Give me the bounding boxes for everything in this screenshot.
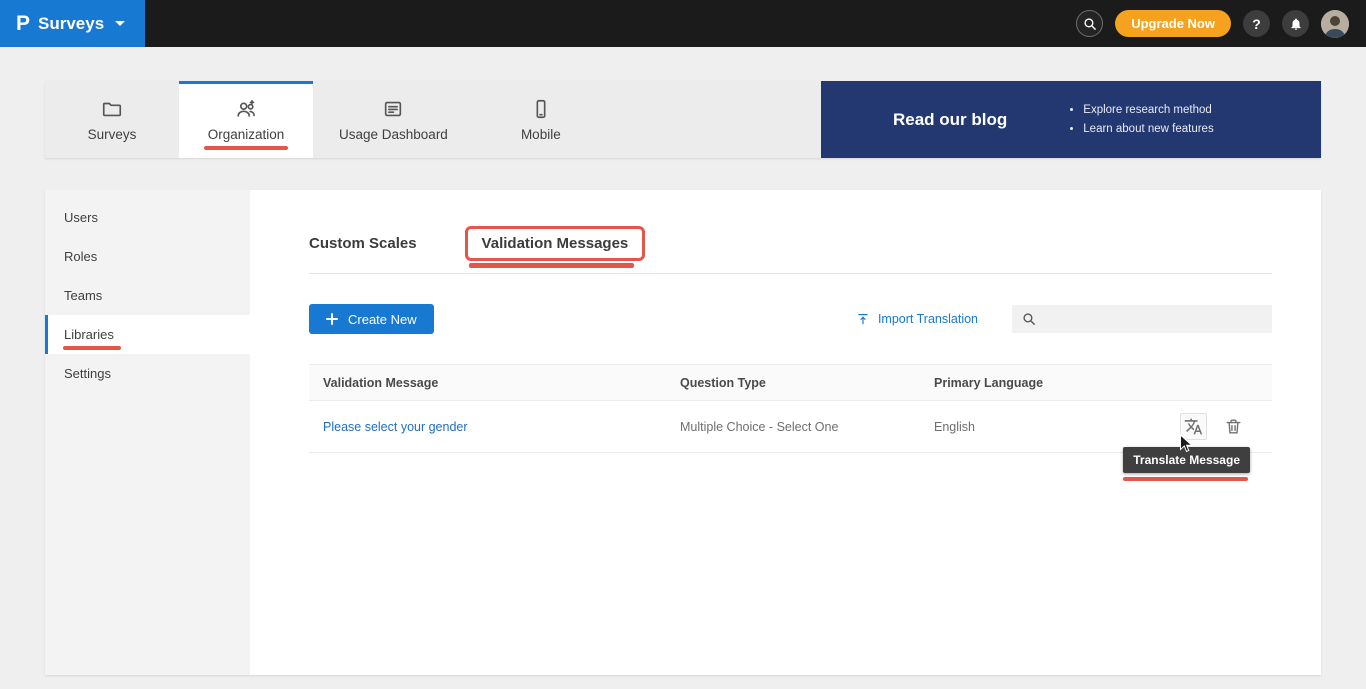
avatar[interactable] <box>1321 10 1349 38</box>
library-tabs: Custom Scales Validation Messages <box>309 190 1272 274</box>
tab-organization[interactable]: Organization <box>179 81 313 158</box>
folder-icon <box>101 98 123 120</box>
blog-bullet-list: Explore research method Learn about new … <box>1065 104 1213 135</box>
import-translation-link[interactable]: Import Translation <box>856 312 978 326</box>
plus-icon <box>326 313 338 325</box>
validation-message-link[interactable]: Please select your gender <box>309 420 666 434</box>
app-screen: P Surveys Upgrade Now ? <box>0 0 1366 689</box>
sidebar-item-roles[interactable]: Roles <box>45 237 250 276</box>
search-icon <box>1022 312 1036 326</box>
table-header: Validation Message Question Type Primary… <box>309 364 1272 401</box>
page-body: Surveys Organization <box>0 47 1366 675</box>
tab-surveys[interactable]: Surveys <box>45 81 179 158</box>
sidebar: Users Roles Teams Libraries Settings <box>45 190 250 675</box>
bell-icon <box>1289 17 1303 31</box>
sidebar-item-teams[interactable]: Teams <box>45 276 250 315</box>
dashboard-icon <box>382 98 404 120</box>
mobile-icon <box>530 98 552 120</box>
column-header-primary-language: Primary Language <box>920 376 1166 390</box>
column-header-question-type: Question Type <box>666 376 920 390</box>
product-name: Surveys <box>38 14 104 34</box>
blog-title: Read our blog <box>893 110 1007 130</box>
people-icon <box>235 98 257 120</box>
primary-language-cell: English <box>920 420 1166 434</box>
import-icon <box>856 312 870 326</box>
tab-label: Validation Messages <box>482 235 629 252</box>
delete-button[interactable] <box>1221 414 1246 439</box>
search-input[interactable] <box>1044 311 1262 328</box>
blog-bullet: Explore research method <box>1083 104 1213 116</box>
table-row: Please select your gender Multiple Choic… <box>309 401 1272 453</box>
tooltip-label: Translate Message <box>1133 453 1240 467</box>
import-translation-label: Import Translation <box>878 312 978 326</box>
topbar: P Surveys Upgrade Now ? <box>0 0 1366 47</box>
tab-custom-scales[interactable]: Custom Scales <box>309 235 417 252</box>
help-button[interactable]: ? <box>1243 10 1270 37</box>
tab-label: Organization <box>208 127 285 142</box>
tab-mobile[interactable]: Mobile <box>474 81 608 158</box>
sidebar-item-libraries[interactable]: Libraries <box>45 315 250 354</box>
topbar-actions: Upgrade Now ? <box>1076 10 1366 38</box>
sidebar-item-settings[interactable]: Settings <box>45 354 250 393</box>
validation-messages-table: Validation Message Question Type Primary… <box>309 364 1272 453</box>
blog-bullet: Learn about new features <box>1083 123 1213 135</box>
tab-label: Mobile <box>521 127 561 142</box>
cursor-pointer-icon <box>1179 434 1194 454</box>
tab-label: Surveys <box>88 127 137 142</box>
search-button[interactable] <box>1076 10 1103 37</box>
proprofs-logo: P <box>16 13 30 34</box>
tab-usage-dashboard[interactable]: Usage Dashboard <box>313 81 474 158</box>
notifications-button[interactable] <box>1282 10 1309 37</box>
trash-icon <box>1224 417 1243 436</box>
product-switcher[interactable]: P Surveys <box>0 0 145 47</box>
table-search <box>1012 305 1272 333</box>
tab-validation-messages[interactable]: Validation Messages <box>465 226 646 261</box>
blog-panel[interactable]: Read our blog Explore research method Le… <box>821 81 1321 158</box>
avatar-image <box>1321 10 1349 38</box>
sidebar-item-users[interactable]: Users <box>45 198 250 237</box>
primary-nav-tabs: Surveys Organization <box>45 81 608 158</box>
libraries-panel: Custom Scales Validation Messages Create… <box>250 190 1332 675</box>
search-icon <box>1083 17 1097 31</box>
primary-nav: Surveys Organization <box>45 81 1321 158</box>
create-new-label: Create New <box>348 312 417 327</box>
toolbar: Create New Import Translation <box>309 304 1272 334</box>
chevron-down-icon <box>115 21 125 26</box>
question-type-cell: Multiple Choice - Select One <box>666 420 920 434</box>
content-card: Users Roles Teams Libraries Settings Cus… <box>45 190 1321 675</box>
tab-label: Usage Dashboard <box>339 127 448 142</box>
toolbar-right: Import Translation <box>856 305 1272 333</box>
create-new-button[interactable]: Create New <box>309 304 434 334</box>
column-header-validation-message: Validation Message <box>309 376 666 390</box>
upgrade-button[interactable]: Upgrade Now <box>1115 10 1231 37</box>
